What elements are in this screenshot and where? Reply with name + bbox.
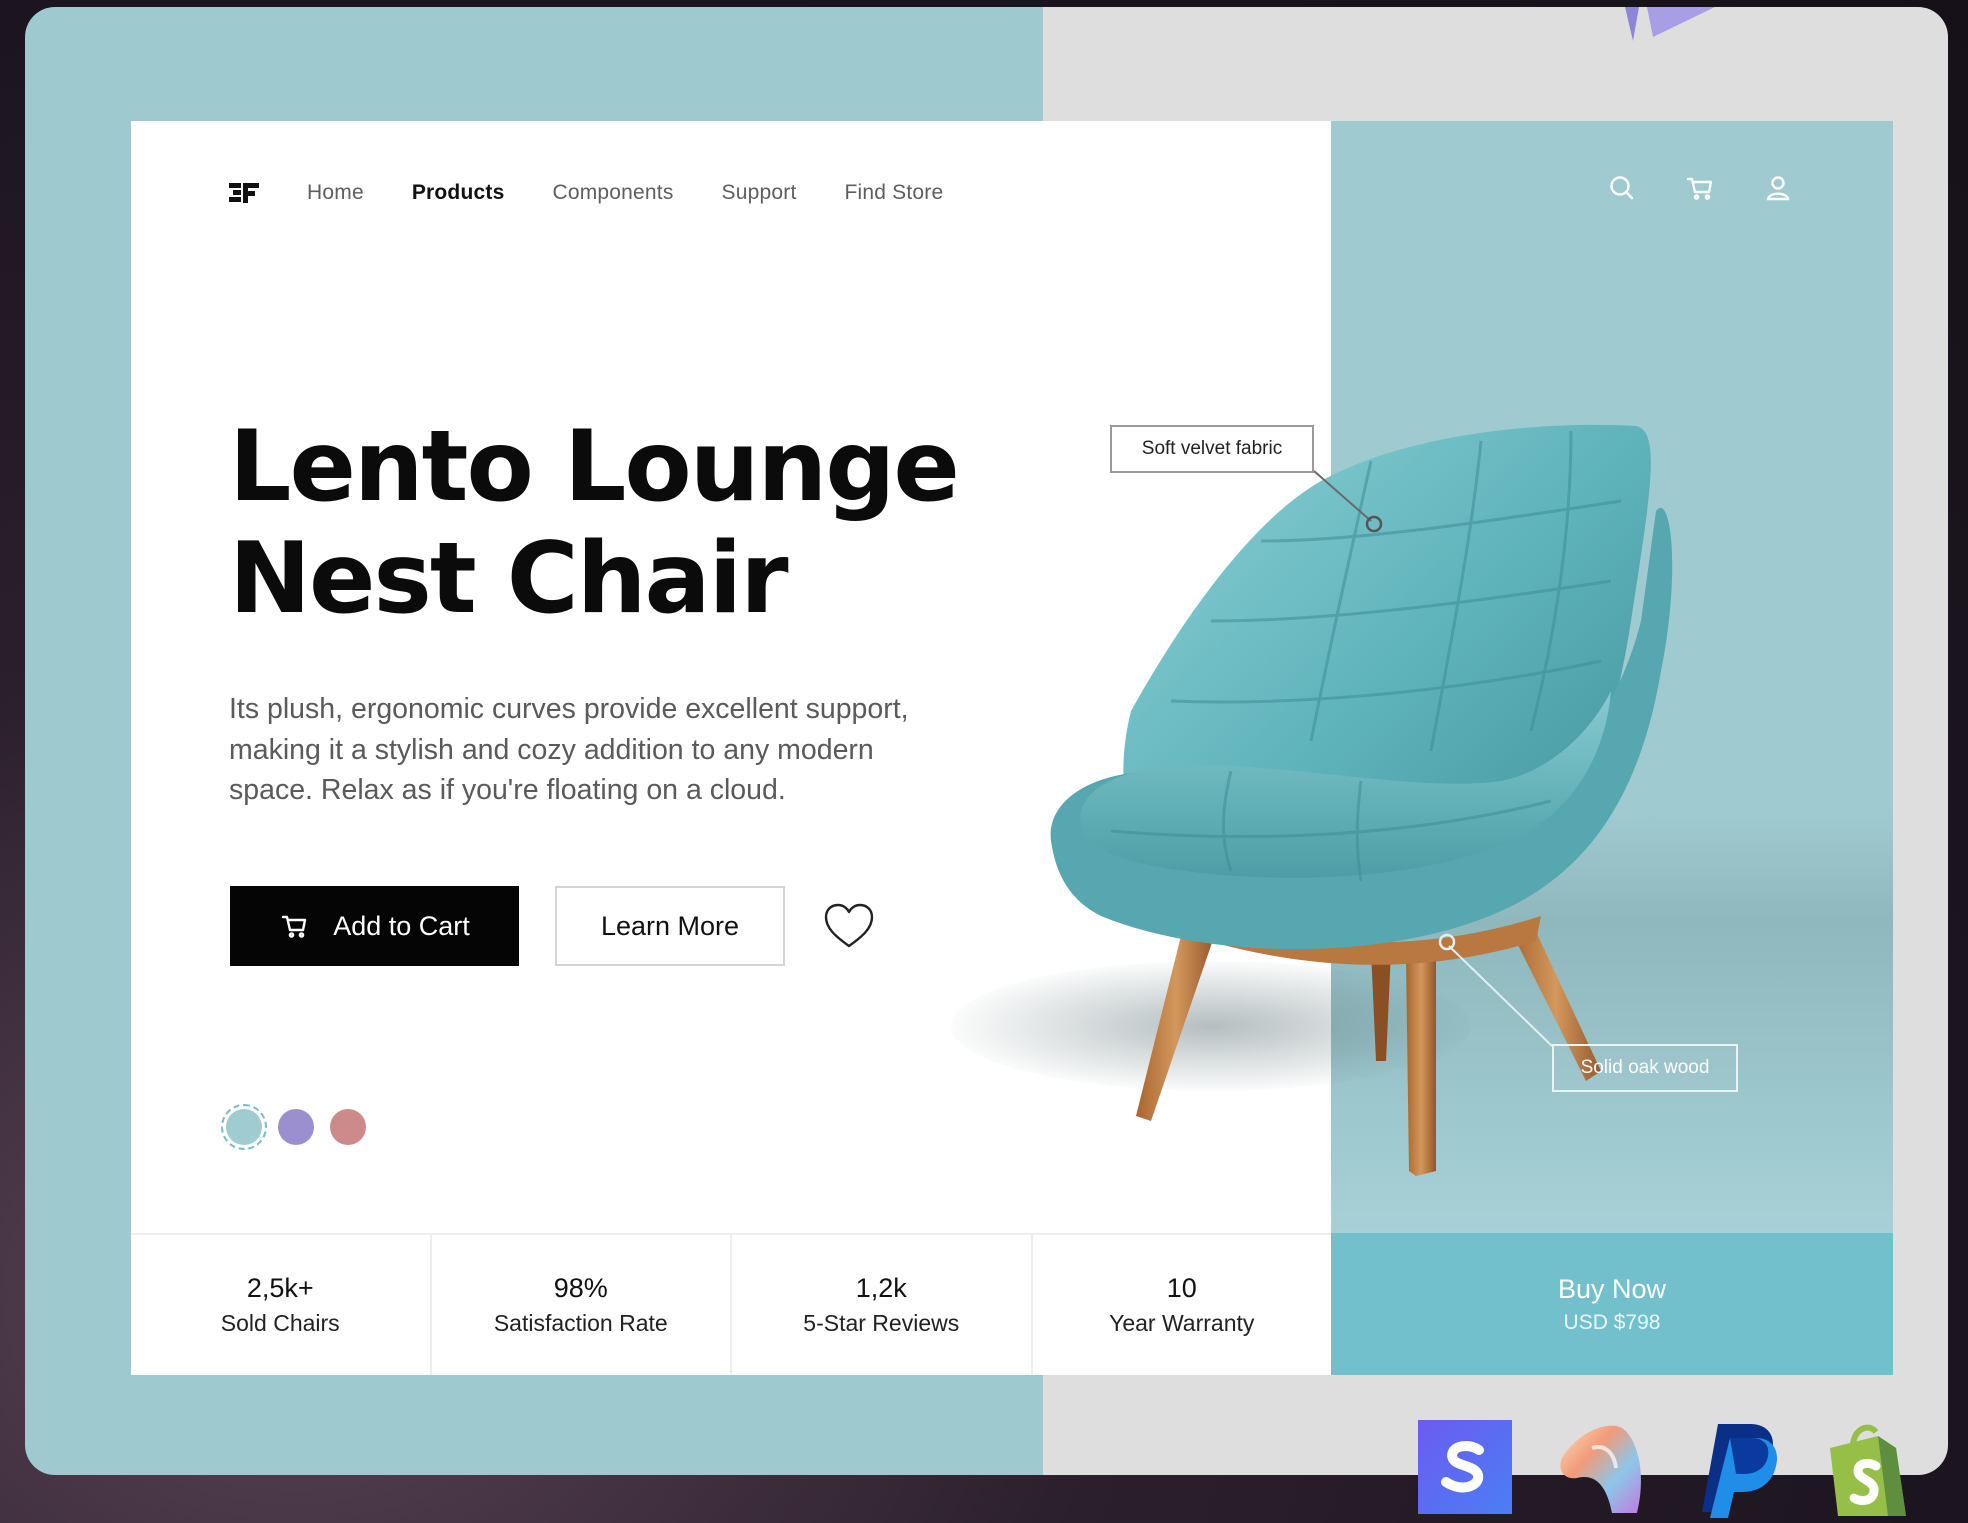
- product-title-line-1: Lento Lounge: [229, 410, 960, 524]
- stat-label: Sold Chairs: [220, 1310, 340, 1336]
- search-icon[interactable]: [1605, 171, 1639, 205]
- price-label: USD $798: [1563, 1310, 1661, 1334]
- stat-value: 10: [1166, 1273, 1197, 1303]
- buy-now-label: Buy Now: [1557, 1273, 1667, 1304]
- brand-logo-icon[interactable]: [229, 181, 261, 205]
- stat-sold-chairs: 2,5k+ Sold Chairs: [131, 1235, 432, 1375]
- nav-item-products[interactable]: Products: [412, 181, 505, 205]
- stat-value: 1,2k: [855, 1273, 907, 1303]
- nav-item-components[interactable]: Components: [552, 181, 673, 205]
- product-title: Lento Lounge Nest Chair: [229, 411, 1129, 635]
- add-to-cart-label: Add to Cart: [333, 910, 470, 941]
- nav-item-find-store[interactable]: Find Store: [844, 181, 943, 205]
- cart-icon[interactable]: [1683, 171, 1717, 205]
- color-swatch-rose[interactable]: [330, 1109, 366, 1145]
- decorative-shape-icon: [1625, 7, 1715, 41]
- add-to-cart-button[interactable]: Add to Cart: [230, 886, 519, 966]
- color-swatches: [221, 1104, 366, 1150]
- nav-item-support[interactable]: Support: [722, 181, 797, 205]
- callout-fabric: Soft velvet fabric: [1110, 425, 1314, 473]
- paypal-icon: [1702, 1424, 1778, 1518]
- stat-satisfaction-rate: 98% Satisfaction Rate: [432, 1235, 732, 1375]
- stripe-icon: [1418, 1420, 1512, 1514]
- color-swatch-purple[interactable]: [278, 1109, 314, 1145]
- learn-more-button[interactable]: Learn More: [555, 886, 785, 966]
- stat-label: Year Warranty: [1109, 1310, 1255, 1336]
- color-swatch-teal[interactable]: [221, 1104, 267, 1150]
- stat-value: 98%: [553, 1273, 608, 1303]
- product-title-line-2: Nest Chair: [229, 522, 789, 636]
- product-page: Home Products Components Support Find St…: [131, 121, 1893, 1375]
- iridescent-shape-icon: [1560, 1425, 1642, 1513]
- nav-item-home[interactable]: Home: [307, 181, 364, 205]
- stat-label: 5-Star Reviews: [803, 1310, 960, 1336]
- shopify-icon: [1830, 1424, 1906, 1516]
- product-description: Its plush, ergonomic curves provide exce…: [229, 689, 989, 811]
- heart-icon[interactable]: [821, 899, 877, 953]
- description-line-2: making it a stylish and cozy addition to…: [229, 733, 874, 766]
- description-line-1: Its plush, ergonomic curves provide exce…: [229, 693, 909, 725]
- stats-bar: 2,5k+ Sold Chairs 98% Satisfaction Rate …: [131, 1233, 1331, 1375]
- stat-warranty: 10 Year Warranty: [1033, 1235, 1332, 1375]
- brand-badges: [1418, 1418, 1918, 1518]
- showcase-frame: Home Products Components Support Find St…: [25, 7, 1948, 1475]
- learn-more-label: Learn More: [600, 910, 740, 941]
- callout-wood: Solid oak wood: [1552, 1044, 1738, 1092]
- stat-value: 2,5k+: [246, 1273, 314, 1303]
- buy-now-button[interactable]: Buy Now USD $798: [1331, 1233, 1893, 1375]
- stat-label: Satisfaction Rate: [493, 1310, 668, 1336]
- user-icon[interactable]: [1761, 171, 1795, 205]
- nav-actions: [1605, 171, 1795, 205]
- stat-reviews: 1,2k 5-Star Reviews: [732, 1235, 1033, 1375]
- main-nav: Home Products Components Support Find St…: [229, 173, 991, 213]
- description-line-3: space. Relax as if you're floating on a …: [229, 774, 786, 806]
- cart-icon: [282, 915, 307, 938]
